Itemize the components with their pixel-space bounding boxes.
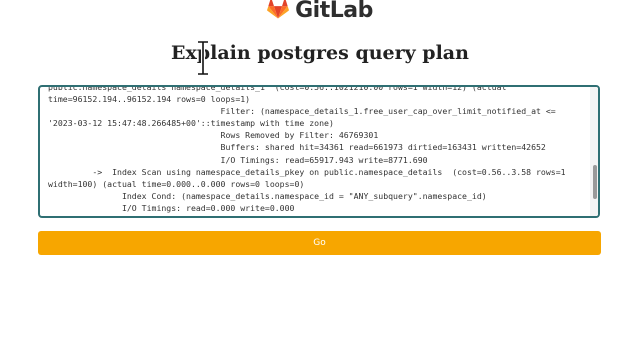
text-cursor-icon [196,40,210,76]
scrollbar-thumb[interactable] [593,165,597,199]
resize-handle-icon[interactable] [590,208,597,215]
query-plan-textarea[interactable]: public.namespace_details namespace_detai… [48,87,586,214]
brand-name: GitLab [295,0,373,23]
gitlab-logo[interactable]: GitLab [267,0,373,23]
gitlab-tanuki-icon [267,0,290,23]
textarea-scrollbar[interactable] [590,87,598,216]
page-title: Explain postgres query plan [171,42,469,64]
query-plan-textarea-container[interactable]: public.namespace_details namespace_detai… [38,85,600,218]
header: GitLab [0,0,640,24]
go-button[interactable]: Go [38,231,601,255]
